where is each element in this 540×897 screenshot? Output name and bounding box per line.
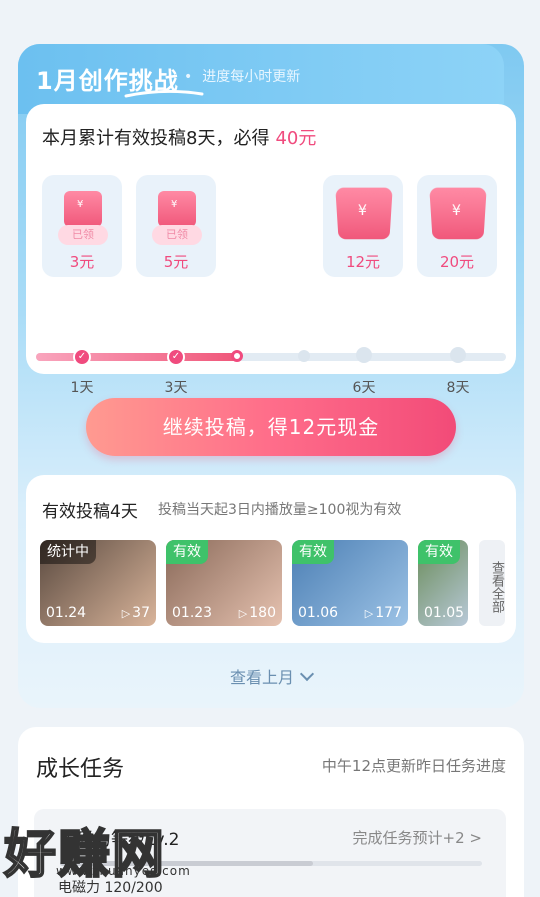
day-label: 8天 [446,380,470,396]
watermark-url: www.zhuanyes.com [56,864,191,878]
progress-track [36,353,506,361]
claimed-tag: 已领 [152,225,202,245]
play-count: 177 [365,605,402,621]
task-estimate-link[interactable]: 完成任务预计+2 > [353,827,482,848]
red-envelope-icon [64,191,102,227]
day-label: 3天 [164,380,188,396]
creation-challenge-card: 1月创作挑战 进度每小时更新 本月累计有效投稿8天，必得40元 已领 3元 已领… [18,44,524,708]
post-date: 01.06 [298,605,339,621]
post-date: 01.05 [424,605,465,621]
day-label: 6天 [352,380,376,396]
play-count: 180 [239,605,276,621]
video-thumbnail[interactable]: 有效 01.23 180 [166,540,282,626]
reward-value: 5元 [163,253,189,271]
checkpoint-icon [356,347,372,363]
reward-value: 20元 [439,253,475,271]
checkpoint-done-icon: ✓ [73,348,91,366]
last-month-label: 查看上月 [229,668,294,687]
status-badge: 有效 [418,540,460,564]
red-envelope-icon [335,187,393,240]
chevron-down-icon [299,666,315,682]
checkpoint-icon [450,347,466,363]
checkpoint-done-icon: ✓ [167,348,185,366]
valid-posts-panel: 有效投稿4天 投稿当天起3日内播放量≥100视为有效 统计中 01.24 37 … [26,475,516,643]
current-progress-marker [231,350,243,362]
video-thumbnail[interactable]: 有效 01.06 177 [292,540,408,626]
continue-posting-button[interactable]: 继续投稿，得12元现金 [86,398,456,456]
title-underline-decoration [124,90,204,98]
reward-panel: 本月累计有效投稿8天，必得40元 已领 3元 已领 5元 12元 20元 ✓ ✓ [26,104,516,396]
progress-fill [36,353,239,361]
status-badge: 统计中 [40,540,96,564]
status-badge: 有效 [166,540,208,564]
day-label: 1天 [70,380,94,396]
growth-title: 成长任务 [36,757,125,782]
reward-text: 本月累计有效投稿8天，必得 [42,128,270,149]
video-thumbnail[interactable]: 有效 01.05 [418,540,468,626]
reward-value: 3元 [69,253,95,271]
see-all-button[interactable]: 查看全部 [479,540,505,626]
video-thumbnail[interactable]: 统计中 01.24 37 [40,540,156,626]
post-date: 01.24 [46,605,87,621]
posts-title: 有效投稿4天 [42,502,138,522]
challenge-subtitle: 进度每小时更新 [184,66,300,86]
red-envelope-icon [429,187,487,240]
checkpoint-icon [298,350,310,362]
reward-headline: 本月累计有效投稿8天，必得 40元 [42,124,316,150]
post-date: 01.23 [172,605,213,621]
reward-card-2[interactable]: 已领 5元 [136,175,216,277]
reward-value: 12元 [345,253,381,271]
view-last-month-link[interactable]: 查看上月 [18,664,524,688]
red-envelope-icon [158,191,196,227]
reward-card-3[interactable]: 12元 [323,175,403,277]
reward-card-1[interactable]: 已领 3元 [42,175,122,277]
claimed-tag: 已领 [58,225,108,245]
growth-note: 中午12点更新昨日任务进度 [321,757,506,775]
posts-note: 投稿当天起3日内播放量≥100视为有效 [158,502,402,518]
reward-amount: 40元 [275,128,317,149]
reward-card-4[interactable]: 20元 [417,175,497,277]
play-count: 37 [122,605,150,621]
status-badge: 有效 [292,540,334,564]
